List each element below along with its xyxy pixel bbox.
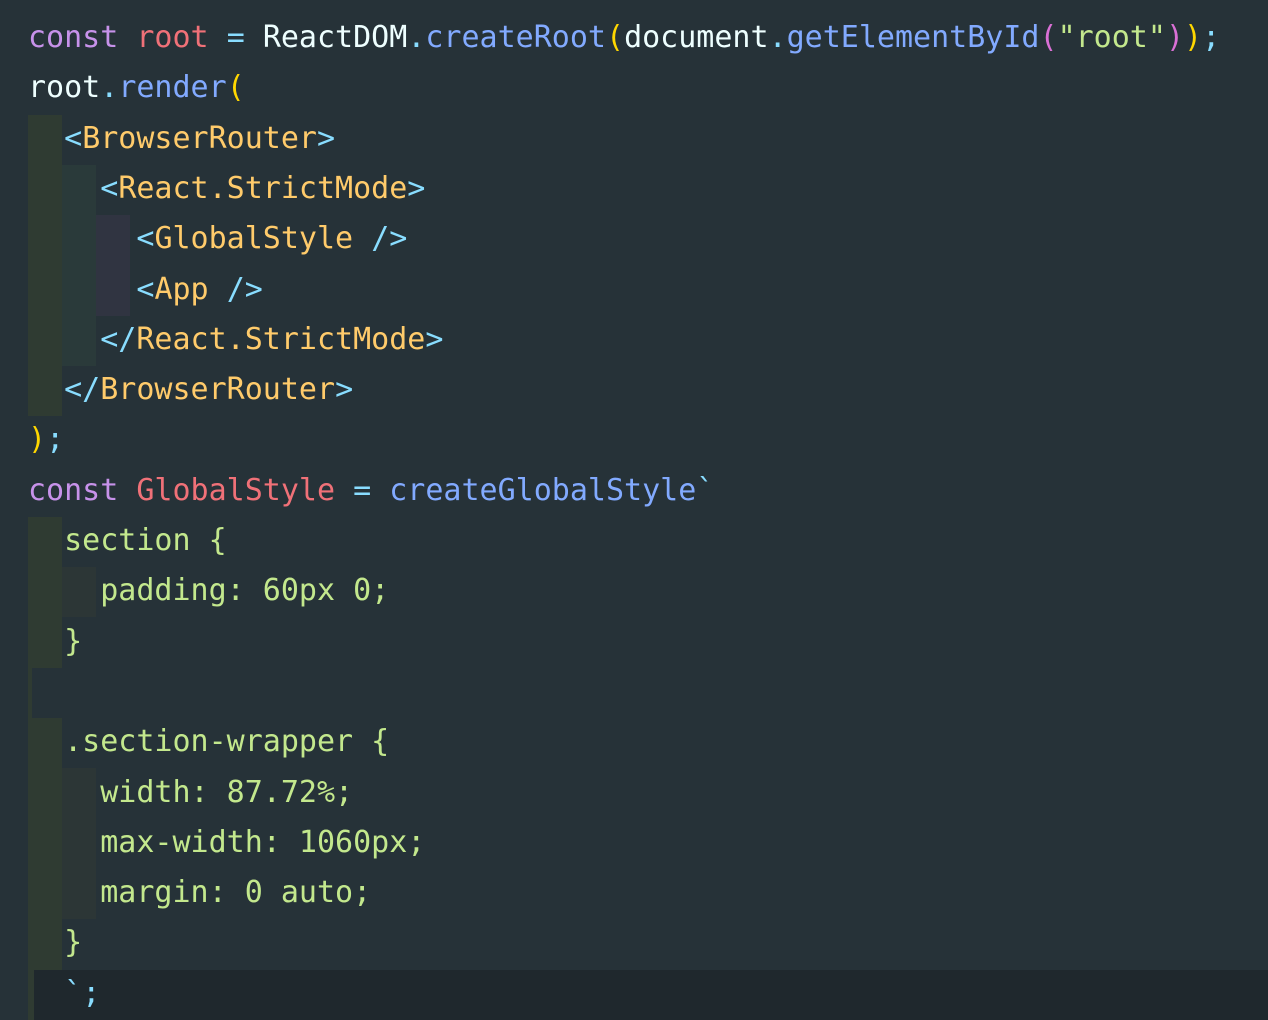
code-token: )	[1165, 20, 1184, 55]
code-token: />	[371, 221, 408, 257]
code-token: App	[154, 271, 209, 307]
code-token: section {	[64, 523, 227, 558]
code-token: GlobalStyle	[136, 472, 336, 508]
code-token: width: 87.72%;	[100, 774, 354, 810]
code-token: root	[28, 70, 101, 106]
code-token: =	[226, 20, 245, 55]
current-line-highlight	[34, 970, 1268, 1020]
code-line[interactable]: const root = ReactDOM.createRoot(documen…	[28, 13, 1220, 63]
code-token: <	[136, 271, 155, 307]
code-line[interactable]: max-width: 1060px;	[28, 818, 425, 868]
code-token: render	[118, 70, 227, 106]
code-line[interactable]: const GlobalStyle = createGlobalStyle`	[28, 466, 714, 516]
code-token: </	[64, 372, 101, 408]
code-token: const	[28, 20, 119, 55]
code-line[interactable]: .section-wrapper {	[28, 717, 389, 767]
code-line[interactable]: );	[28, 415, 64, 465]
code-token: )	[1184, 20, 1203, 55]
code-token: >	[425, 321, 444, 357]
code-token: (	[226, 70, 245, 106]
code-line[interactable]: section {	[28, 516, 227, 566]
code-token: <	[136, 221, 155, 257]
code-token: <	[100, 170, 119, 206]
code-line[interactable]: </React.StrictMode>	[28, 315, 443, 365]
code-token: const	[28, 472, 119, 508]
code-line[interactable]: <React.StrictMode>	[28, 164, 425, 214]
code-token: getElementById	[786, 20, 1040, 55]
code-token: >	[407, 170, 426, 206]
code-token: BrowserRouter	[82, 120, 317, 156]
code-editor[interactable]: const root = ReactDOM.createRoot(documen…	[0, 0, 1268, 1020]
code-token: .	[768, 20, 787, 55]
code-token: createGlobalStyle	[389, 472, 697, 508]
code-token: .	[407, 20, 426, 55]
code-token: (	[606, 20, 625, 55]
code-token: (	[1039, 20, 1058, 55]
code-token: React.StrictMode	[136, 321, 426, 357]
code-token: document	[624, 20, 769, 55]
code-token: </	[100, 321, 137, 357]
code-line[interactable]: `;	[28, 969, 100, 1019]
code-token: />	[226, 271, 263, 307]
code-token: .	[100, 70, 119, 106]
code-token: >	[335, 372, 354, 408]
code-token: ;	[82, 975, 101, 1011]
code-token: }	[64, 623, 83, 659]
code-token: <	[64, 120, 83, 156]
code-line[interactable]: margin: 0 auto;	[28, 868, 371, 918]
code-line[interactable]: padding: 60px 0;	[28, 566, 389, 616]
code-token: margin: 0 auto;	[100, 875, 372, 911]
code-token: padding: 60px 0;	[100, 573, 390, 609]
code-line[interactable]: root.render(	[28, 63, 245, 113]
code-token: )	[28, 422, 47, 458]
code-token: React.StrictMode	[118, 170, 408, 206]
code-token: "root"	[1057, 20, 1166, 55]
code-line[interactable]: <App />	[28, 265, 263, 315]
code-token: GlobalStyle	[154, 221, 354, 257]
code-token: =	[353, 472, 372, 508]
code-token: createRoot	[425, 20, 606, 55]
code-token: BrowserRouter	[100, 372, 336, 408]
code-line[interactable]: }	[28, 918, 82, 968]
code-token: `	[64, 975, 83, 1011]
code-token: .section-wrapper {	[64, 724, 390, 760]
code-token: >	[317, 120, 336, 156]
code-token: ;	[1202, 20, 1221, 55]
code-line[interactable]: }	[28, 617, 82, 667]
code-line[interactable]: </BrowserRouter>	[28, 365, 353, 415]
code-token: max-width: 1060px;	[100, 824, 426, 860]
code-token: }	[64, 925, 83, 961]
code-line[interactable]: <GlobalStyle />	[28, 214, 407, 264]
code-token: ReactDOM	[262, 20, 408, 55]
code-token: root	[136, 20, 209, 55]
code-token: ;	[46, 422, 65, 458]
code-line[interactable]: <BrowserRouter>	[28, 114, 335, 164]
code-line[interactable]: width: 87.72%;	[28, 768, 353, 818]
code-token: `	[696, 472, 715, 508]
